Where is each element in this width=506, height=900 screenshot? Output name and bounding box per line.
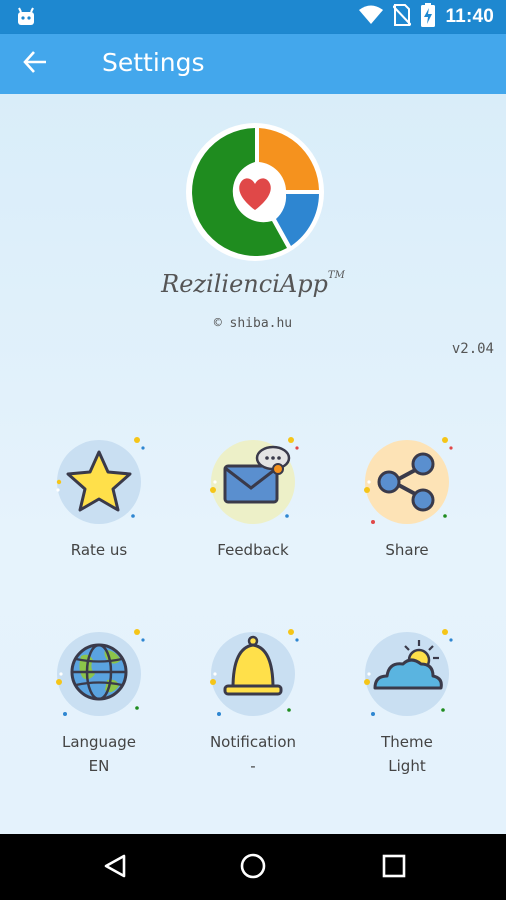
language-value: EN bbox=[88, 757, 110, 775]
star-icon bbox=[56, 437, 145, 524]
trademark: TM bbox=[327, 270, 345, 281]
share-icon bbox=[364, 437, 453, 524]
no-sim-icon bbox=[392, 4, 413, 30]
theme-icon-wrap bbox=[357, 626, 457, 726]
notification-label: Notification bbox=[209, 733, 297, 751]
wifi-icon bbox=[359, 5, 384, 29]
app-bar: Settings bbox=[0, 34, 506, 94]
settings-content: RezilienciAppTM © shiba.hu v2.04 Rate us bbox=[0, 94, 506, 834]
envelope-icon bbox=[210, 437, 299, 524]
language-button[interactable]: Language EN bbox=[24, 626, 174, 778]
status-time: 11:40 bbox=[445, 6, 494, 27]
feedback-button[interactable]: Feedback bbox=[178, 434, 328, 562]
notification-value: - bbox=[250, 757, 256, 775]
status-bar: 11:40 bbox=[0, 0, 506, 34]
share-label: Share bbox=[385, 541, 429, 559]
feedback-icon-wrap bbox=[203, 434, 303, 534]
notification-button[interactable]: Notification - bbox=[178, 626, 328, 778]
copyright: © shiba.hu bbox=[213, 316, 293, 331]
brand-name: RezilienciAppTM bbox=[161, 270, 345, 298]
rate-us-icon-wrap bbox=[49, 434, 149, 534]
nav-back-button[interactable] bbox=[96, 850, 132, 886]
nav-home-button[interactable] bbox=[235, 850, 271, 886]
bell-icon bbox=[210, 629, 299, 716]
nav-back-icon bbox=[100, 852, 128, 884]
share-button[interactable]: Share bbox=[332, 434, 482, 562]
cloud-sun-icon bbox=[364, 629, 453, 716]
theme-value: Light bbox=[388, 757, 426, 775]
back-button[interactable] bbox=[18, 48, 52, 80]
android-icon bbox=[16, 7, 36, 31]
navigation-bar bbox=[0, 834, 506, 900]
battery-charging-icon bbox=[421, 3, 436, 31]
feedback-label: Feedback bbox=[217, 541, 289, 559]
share-icon-wrap bbox=[357, 434, 457, 534]
nav-home-icon bbox=[239, 852, 267, 884]
rate-us-label: Rate us bbox=[70, 541, 128, 559]
app-logo bbox=[186, 123, 324, 261]
page-title: Settings bbox=[102, 48, 205, 77]
notification-icon-wrap bbox=[203, 626, 303, 726]
version-label: v2.04 bbox=[451, 341, 494, 357]
rate-us-button[interactable]: Rate us bbox=[24, 434, 174, 562]
nav-recents-button[interactable] bbox=[376, 850, 412, 886]
language-label: Language bbox=[61, 733, 137, 751]
nav-recents-icon bbox=[380, 852, 408, 884]
theme-button[interactable]: Theme Light bbox=[332, 626, 482, 778]
back-arrow-icon bbox=[22, 49, 48, 79]
globe-icon bbox=[56, 629, 145, 716]
language-icon-wrap bbox=[49, 626, 149, 726]
theme-label: Theme bbox=[381, 733, 433, 751]
